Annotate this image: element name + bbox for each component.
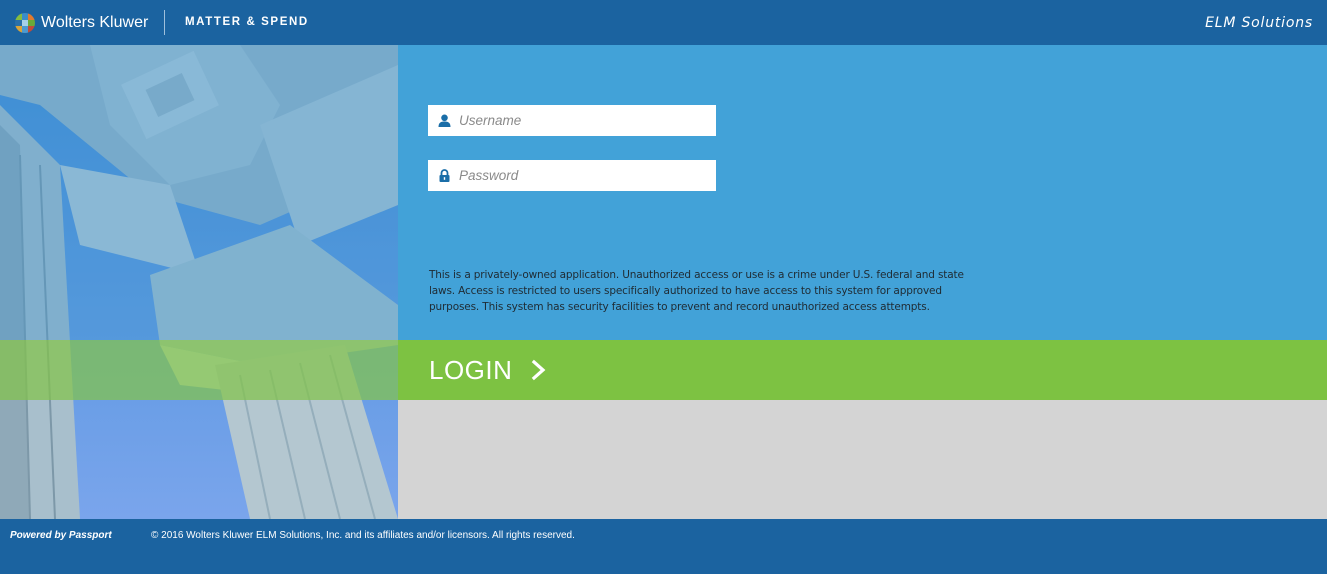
user-icon [437,114,451,128]
brand: Wolters Kluwer [15,12,148,34]
password-input[interactable] [459,168,699,183]
login-button[interactable]: LOGIN [398,340,1327,400]
elm-solutions-title: ELM Solutions [1205,15,1313,31]
lock-icon [437,169,451,183]
powered-by: Powered by Passport [10,530,112,541]
brand-name: Wolters Kluwer [41,14,149,31]
top-bar: Wolters Kluwer MATTER & SPEND ELM Soluti… [0,0,1327,45]
username-field[interactable] [428,105,716,136]
header-divider [164,10,165,35]
columns-hero-image [0,45,398,519]
copyright: © 2016 Wolters Kluwer ELM Solutions, Inc… [151,530,575,541]
footer: Powered by Passport © 2016 Wolters Kluwe… [0,519,1327,574]
login-label: LOGIN [429,355,513,385]
username-input[interactable] [459,113,699,128]
product-name: MATTER & SPEND [185,16,309,28]
chevron-right-icon [530,359,548,386]
wolters-kluwer-logo-icon [15,13,35,33]
bottom-panel [398,400,1327,519]
password-field[interactable] [428,160,716,191]
security-notice: This is a privately-owned application. U… [429,268,964,313]
